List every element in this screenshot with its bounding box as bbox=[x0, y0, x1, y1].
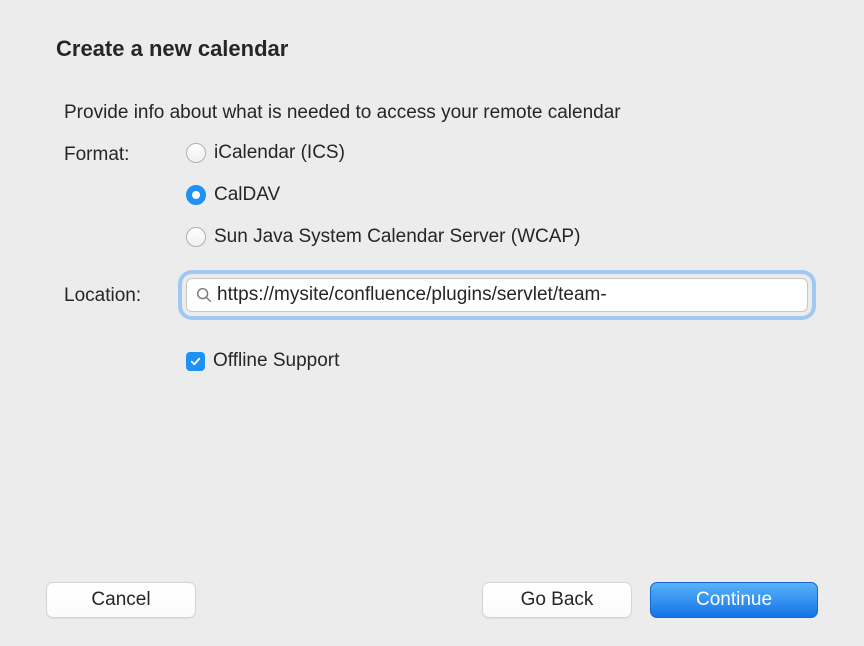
radio-icon bbox=[186, 143, 206, 163]
radio-label: Sun Java System Calendar Server (WCAP) bbox=[214, 226, 580, 248]
radio-selected-dot bbox=[192, 191, 200, 199]
radio-icon bbox=[186, 185, 206, 205]
format-row: Format: iCalendar (ICS) CalDAV Sun Java … bbox=[56, 142, 808, 278]
format-option-caldav[interactable]: CalDAV bbox=[186, 184, 808, 206]
cancel-button[interactable]: Cancel bbox=[46, 582, 196, 618]
radio-icon bbox=[186, 227, 206, 247]
format-option-ics[interactable]: iCalendar (ICS) bbox=[186, 142, 808, 164]
location-label: Location: bbox=[56, 283, 186, 307]
radio-label: CalDAV bbox=[214, 184, 280, 206]
offline-row: Offline Support bbox=[56, 332, 808, 372]
checkbox-icon bbox=[186, 352, 205, 371]
dialog-title: Create a new calendar bbox=[56, 36, 808, 62]
format-radio-group: iCalendar (ICS) CalDAV Sun Java System C… bbox=[186, 142, 808, 248]
format-label: Format: bbox=[56, 142, 186, 166]
location-row: Location: bbox=[56, 278, 808, 312]
dialog-description: Provide info about what is needed to acc… bbox=[64, 102, 808, 124]
location-input[interactable] bbox=[217, 284, 799, 306]
offline-support-checkbox[interactable]: Offline Support bbox=[186, 350, 808, 372]
create-calendar-dialog: Create a new calendar Provide info about… bbox=[0, 0, 864, 646]
radio-label: iCalendar (ICS) bbox=[214, 142, 345, 164]
search-icon bbox=[195, 286, 213, 304]
go-back-button[interactable]: Go Back bbox=[482, 582, 632, 618]
location-field[interactable] bbox=[186, 278, 808, 312]
continue-button[interactable]: Continue bbox=[650, 582, 818, 618]
button-group-right: Go Back Continue bbox=[482, 582, 818, 618]
button-bar: Cancel Go Back Continue bbox=[46, 582, 818, 618]
format-option-wcap[interactable]: Sun Java System Calendar Server (WCAP) bbox=[186, 226, 808, 248]
checkbox-label: Offline Support bbox=[213, 350, 339, 372]
location-field-wrap bbox=[186, 278, 808, 312]
